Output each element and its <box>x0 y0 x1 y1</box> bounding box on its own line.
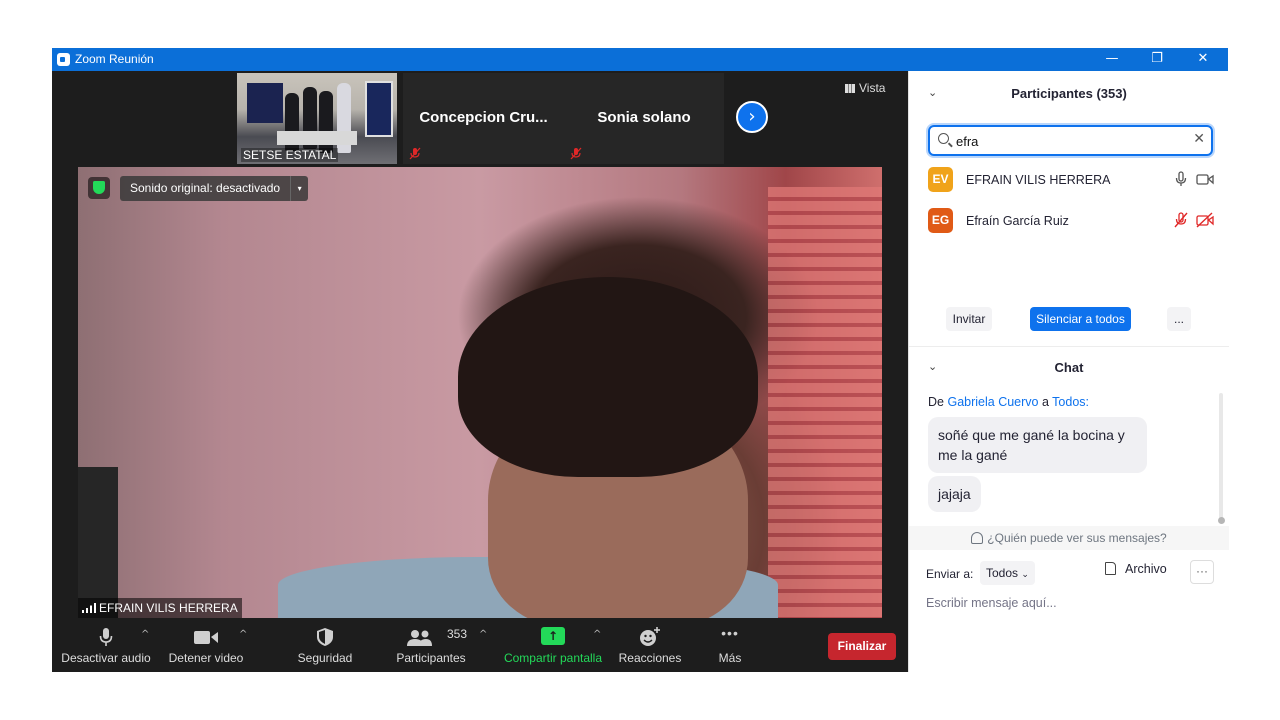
zoom-app-icon <box>57 53 70 66</box>
restore-button[interactable]: ❐ <box>1134 48 1180 71</box>
send-to-value: Todos <box>986 566 1019 580</box>
next-page-button[interactable]: › <box>736 101 768 133</box>
send-to-label: Enviar a: <box>926 567 974 581</box>
end-meeting-button[interactable]: Finalizar <box>828 633 896 660</box>
reactions-button[interactable]: Reacciones <box>614 623 686 672</box>
side-panel: ⌄ Participantes (353) ✕ EV EFRAIN VILIS … <box>908 71 1229 672</box>
minimize-button[interactable]: — <box>1089 48 1135 71</box>
mute-audio-label: Desactivar audio <box>61 651 151 665</box>
participant-name: Efraín García Ruiz <box>966 214 1069 228</box>
thumbnail-concepcion[interactable]: Concepcion Cru... <box>403 73 564 164</box>
original-sound-toggle[interactable]: Sonido original: desactivado ▾ <box>120 176 309 201</box>
chevron-down-icon: ⌄ <box>1021 570 1029 580</box>
thumbnail-name: Concepcion Cru... <box>419 109 548 126</box>
video-camera-icon <box>194 631 218 644</box>
video-options-caret[interactable]: ^ <box>239 629 247 640</box>
participant-search-field[interactable]: ✕ <box>928 125 1213 156</box>
speaker-name: EFRAIN VILIS HERRERA <box>99 601 238 615</box>
file-label: Archivo <box>1125 562 1167 576</box>
file-button[interactable]: Archivo <box>1105 562 1167 576</box>
avatar: EV <box>928 167 953 192</box>
send-to-dropdown[interactable]: Todos ⌄ <box>980 561 1035 585</box>
original-sound-label: Sonido original: desactivado <box>130 181 281 195</box>
participant-search-input[interactable] <box>956 131 1186 151</box>
speaker-name-tag: EFRAIN VILIS HERRERA <box>78 598 242 618</box>
chat-message-header: De Gabriela Cuervo a Todos: <box>928 395 1089 409</box>
to-word: a <box>1041 395 1049 409</box>
meeting-area: SETSE ESTATAL Concepcion Cru... Sonia so… <box>52 71 908 672</box>
stop-video-label: Detener video <box>168 651 244 665</box>
video-off-icon[interactable] <box>1196 212 1214 228</box>
search-icon <box>938 133 949 144</box>
security-button[interactable]: Seguridad <box>288 623 362 672</box>
microphone-icon <box>99 628 113 646</box>
view-button[interactable]: Vista <box>845 81 885 95</box>
zoom-window: Zoom Reunión — ❐ ✕ SETSE ESTATAL Concepc… <box>52 48 1229 672</box>
encryption-shield-icon[interactable] <box>88 177 110 199</box>
more-dots-icon: ••• <box>721 625 739 641</box>
participant-name: EFRAIN VILIS HERRERA <box>966 173 1111 187</box>
mute-audio-button[interactable]: Desactivar audio <box>60 623 152 672</box>
person-lock-icon <box>971 532 984 544</box>
avatar: EG <box>928 208 953 233</box>
participants-label: Participantes <box>396 651 466 665</box>
thumbnail-name: SETSE ESTATAL <box>241 148 339 162</box>
close-window-button[interactable]: ✕ <box>1180 48 1226 71</box>
thumbnail-sonia[interactable]: Sonia solano <box>564 73 724 164</box>
view-label: Vista <box>859 81 886 95</box>
video-camera-icon[interactable] <box>1196 171 1214 187</box>
reaction-emoji-icon <box>640 627 660 646</box>
share-screen-icon: ↑ <box>541 627 565 645</box>
muted-mic-icon <box>409 147 421 160</box>
chat-message: soñé que me gané la bocina y me la gané <box>928 417 1147 473</box>
muted-mic-icon <box>570 147 582 160</box>
meeting-toolbar: Desactivar audio ^ Detener video ^ Segur… <box>52 623 908 672</box>
chat-recipient[interactable]: Todos: <box>1052 395 1089 409</box>
participant-row[interactable]: EG Efraín García Ruiz <box>928 206 1218 236</box>
more-button[interactable]: ••• Más <box>706 623 754 672</box>
title-bar: Zoom Reunión — ❐ ✕ <box>52 48 1228 71</box>
participants-icon <box>407 630 432 646</box>
participants-title: Participantes (353) <box>1011 86 1127 101</box>
audio-options-caret[interactable]: ^ <box>141 629 149 640</box>
divider <box>909 346 1229 347</box>
thumbnail-name: Sonia solano <box>597 109 691 126</box>
participants-count: 353 <box>447 627 468 641</box>
muted-mic-icon[interactable] <box>1172 212 1190 228</box>
participants-more-button[interactable]: ... <box>1167 307 1191 331</box>
signal-bars-icon <box>82 603 96 613</box>
message-privacy-label: ¿Quién puede ver sus mensajes? <box>987 531 1167 545</box>
participants-options-caret[interactable]: ^ <box>479 629 487 640</box>
more-label: Más <box>718 651 742 665</box>
shield-icon <box>317 628 333 646</box>
chevron-down-icon[interactable]: ▾ <box>290 176 308 201</box>
chat-title: Chat <box>1054 360 1084 375</box>
chat-message: jajaja <box>928 476 981 512</box>
share-options-caret[interactable]: ^ <box>593 629 601 640</box>
file-icon <box>1105 562 1116 575</box>
invite-button[interactable]: Invitar <box>946 307 992 331</box>
main-video: Sonido original: desactivado ▾ EFRAIN VI… <box>78 167 882 618</box>
chat-message-input[interactable] <box>926 592 1216 614</box>
thumbnail-setse-estatal[interactable]: SETSE ESTATAL <box>237 73 397 164</box>
share-screen-button[interactable]: ↑ Compartir pantalla <box>500 623 606 672</box>
grid-icon <box>845 84 855 93</box>
participant-row[interactable]: EV EFRAIN VILIS HERRERA <box>928 165 1218 195</box>
window-title: Zoom Reunión <box>75 52 154 66</box>
chat-more-button[interactable]: ··· <box>1190 560 1214 584</box>
microphone-icon[interactable] <box>1172 171 1190 187</box>
video-background <box>247 83 283 123</box>
security-label: Seguridad <box>297 651 353 665</box>
stop-video-button[interactable]: Detener video <box>165 623 247 672</box>
message-privacy-link[interactable]: ¿Quién puede ver sus mensajes? <box>909 526 1229 550</box>
chat-sender[interactable]: Gabriela Cuervo <box>947 395 1038 409</box>
from-prefix: De <box>928 395 944 409</box>
clear-search-icon[interactable]: ✕ <box>1193 131 1205 147</box>
reactions-label: Reacciones <box>618 651 682 665</box>
chat-scrollbar[interactable] <box>1218 393 1225 524</box>
share-screen-label: Compartir pantalla <box>503 651 603 665</box>
mute-all-button[interactable]: Silenciar a todos <box>1030 307 1131 331</box>
thumbnail-strip: SETSE ESTATAL Concepcion Cru... Sonia so… <box>52 71 908 166</box>
